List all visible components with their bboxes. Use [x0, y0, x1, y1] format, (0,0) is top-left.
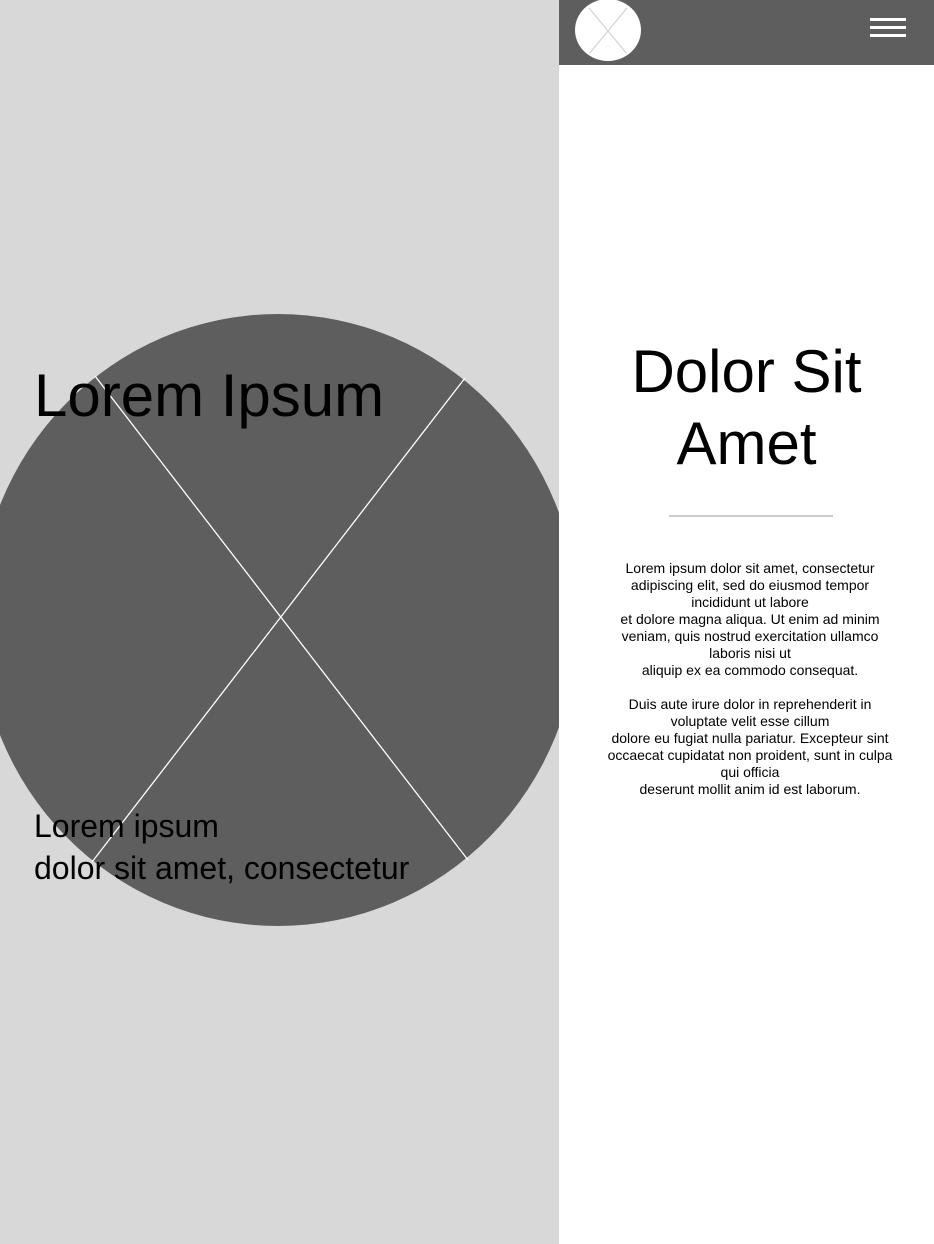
- text-line: et dolore magna aliqua. Ut enim ad minim: [620, 611, 880, 627]
- content-column: Dolor Sit Amet Lorem ipsum dolor sit ame…: [559, 0, 934, 1244]
- hero-caption-line: dolor sit amet, consectetur: [34, 850, 410, 886]
- image-placeholder-icon: [0, 314, 559, 926]
- paragraph-2: Duis aute irure dolor in reprehenderit i…: [597, 696, 903, 798]
- content-title: Dolor Sit Amet: [559, 336, 934, 480]
- body-text: Lorem ipsum dolor sit amet, consectetur …: [597, 560, 903, 815]
- hero-section: Lorem Ipsum Lorem ipsum dolor sit amet, …: [0, 0, 559, 1244]
- paragraph-1: Lorem ipsum dolor sit amet, consectetur …: [597, 560, 903, 679]
- text-line: laboris nisi ut: [709, 645, 791, 661]
- menu-bar: [870, 18, 906, 21]
- divider: [669, 515, 833, 517]
- menu-bar: [870, 26, 906, 29]
- text-line: Lorem ipsum dolor sit amet, consectetur: [625, 560, 875, 576]
- text-line: voluptate velit esse cillum: [670, 713, 830, 729]
- hamburger-menu-icon[interactable]: [866, 14, 906, 44]
- text-line: aliquip ex ea commodo consequat.: [641, 662, 859, 678]
- content-title-line: Amet: [676, 410, 817, 477]
- hero-caption: Lorem ipsum dolor sit amet, consectetur: [34, 805, 409, 889]
- text-line: deserunt mollit anim id est laborum.: [639, 781, 861, 797]
- hero-title: Lorem Ipsum: [34, 362, 385, 429]
- content-title-line: Dolor Sit: [631, 338, 862, 405]
- text-line: qui officia: [720, 764, 780, 780]
- logo-placeholder-icon[interactable]: [575, 0, 641, 61]
- text-line: adipiscing elit, sed do eiusmod tempor: [630, 577, 870, 593]
- page: Lorem Ipsum Lorem ipsum dolor sit amet, …: [0, 0, 934, 1244]
- text-line: veniam, quis nostrud exercitation ullamc…: [621, 628, 879, 644]
- menu-bar: [870, 34, 906, 37]
- text-line: Duis aute irure dolor in reprehenderit i…: [628, 696, 872, 712]
- text-line: dolore eu fugiat nulla pariatur. Excepte…: [611, 730, 889, 746]
- hero-caption-line: Lorem ipsum: [34, 808, 219, 844]
- header-bar: [559, 0, 934, 65]
- text-line: occaecat cupidatat non proident, sunt in…: [607, 747, 893, 763]
- text-line: incididunt ut labore: [691, 594, 809, 610]
